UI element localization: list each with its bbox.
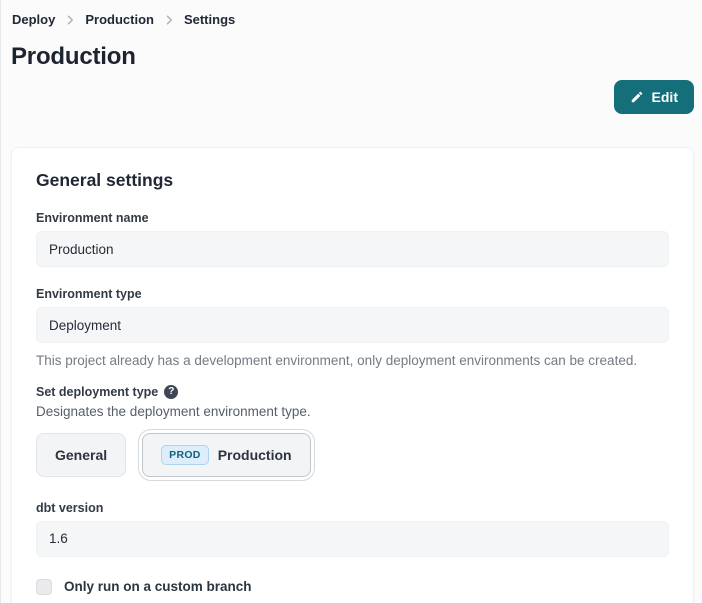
edit-button[interactable]: Edit (614, 80, 694, 114)
option-production-label: Production (218, 447, 292, 463)
custom-branch-row: Only run on a custom branch (36, 579, 669, 595)
chevron-right-icon (64, 14, 76, 26)
environment-name-label: Environment name (36, 211, 669, 225)
custom-branch-checkbox[interactable] (36, 579, 52, 595)
environment-type-helper: This project already has a development e… (36, 352, 669, 370)
pencil-icon (630, 90, 644, 104)
breadcrumb-settings: Settings (184, 12, 235, 27)
deployment-type-label-text: Set deployment type (36, 385, 158, 399)
option-production-selected-ring: PROD Production (138, 429, 314, 481)
deployment-type-description: Designates the deployment environment ty… (36, 404, 669, 419)
breadcrumb-production[interactable]: Production (85, 12, 154, 27)
option-general-label: General (55, 447, 107, 463)
dbt-version-input[interactable] (36, 521, 669, 557)
card-heading: General settings (36, 170, 669, 191)
dbt-version-label: dbt version (36, 501, 669, 515)
settings-page: Deploy Production Settings Production Ed… (1, 0, 702, 603)
actions-row: Edit (11, 80, 694, 114)
chevron-right-icon (163, 14, 175, 26)
custom-branch-label: Only run on a custom branch (64, 579, 252, 594)
option-production-button[interactable]: PROD Production (142, 433, 310, 477)
breadcrumb-deploy[interactable]: Deploy (12, 12, 55, 27)
environment-type-label: Environment type (36, 287, 669, 301)
environment-name-input[interactable] (36, 231, 669, 267)
deployment-type-label: Set deployment type ? (36, 385, 669, 399)
edit-button-label: Edit (652, 89, 678, 105)
general-settings-card: General settings Environment name Enviro… (11, 147, 694, 603)
help-icon[interactable]: ? (164, 385, 178, 399)
option-general-button[interactable]: General (36, 433, 126, 477)
deployment-type-options: General PROD Production (36, 429, 669, 481)
prod-badge: PROD (161, 445, 209, 465)
environment-type-input[interactable] (36, 307, 669, 343)
page-title: Production (11, 43, 694, 71)
breadcrumb: Deploy Production Settings (11, 10, 694, 27)
